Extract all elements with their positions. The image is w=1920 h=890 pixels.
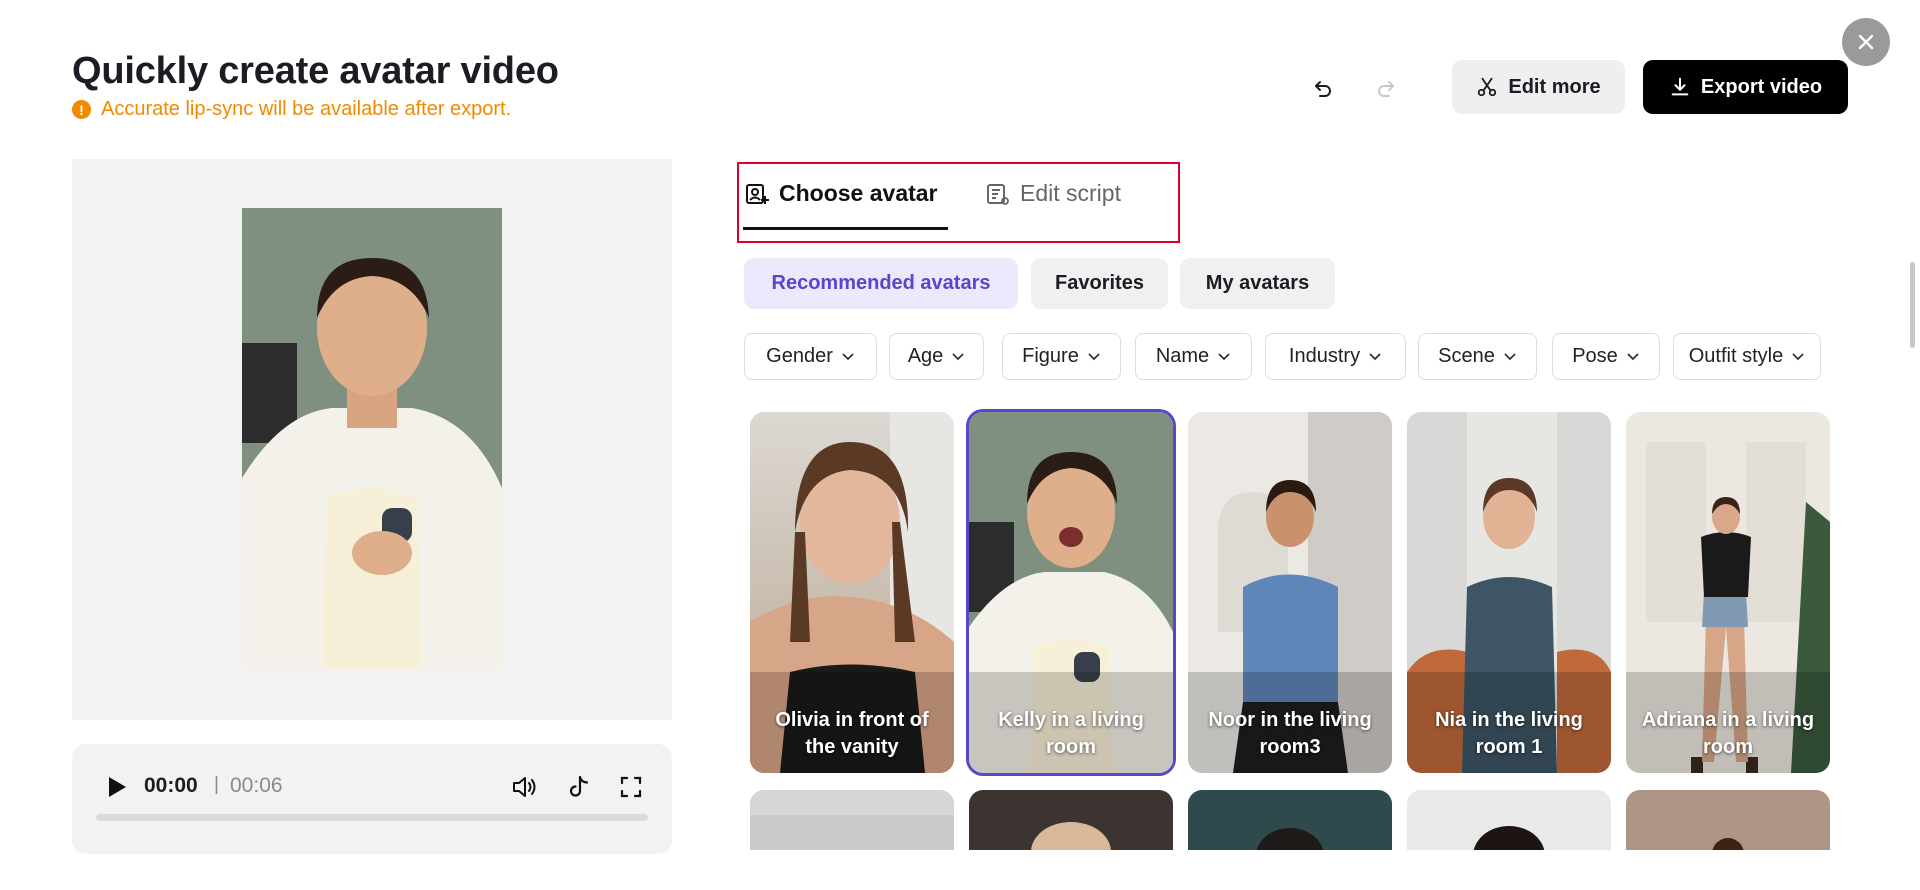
filter-name-label: Name [1155, 345, 1210, 367]
avatar-thumbnail [1407, 790, 1611, 850]
tiktok-button[interactable] [562, 770, 596, 804]
total-time: 00:06 [230, 774, 283, 797]
edit-more-button[interactable]: Edit more [1452, 60, 1625, 114]
chevron-down-icon [1218, 352, 1230, 360]
tab-edit-script[interactable]: Edit script [986, 180, 1121, 207]
undo-icon [1315, 81, 1331, 97]
avatar-thumbnail [969, 790, 1173, 850]
avatar-icon [746, 183, 769, 204]
tab-choose-avatar[interactable]: Choose avatar [745, 180, 938, 207]
chevron-down-icon [1088, 352, 1100, 360]
avatar-card-noor[interactable]: Noor in the living room3 [1188, 412, 1392, 773]
play-button[interactable] [100, 770, 134, 804]
avatar-thumbnail [1188, 790, 1392, 850]
filter-scene[interactable]: Scene [1418, 333, 1537, 380]
avatar-card-kelly[interactable]: Kelly in a living room [969, 412, 1173, 773]
avatar-card-row2-2[interactable] [969, 790, 1173, 850]
chevron-down-icon [1369, 352, 1381, 360]
tab-choose-avatar-label: Choose avatar [779, 180, 938, 206]
export-video-button[interactable]: Export video [1643, 60, 1848, 114]
filter-age-label: Age [907, 345, 944, 367]
close-button[interactable] [1842, 18, 1890, 66]
warning-text: Accurate lip-sync will be available afte… [101, 98, 512, 120]
filter-name[interactable]: Name [1135, 333, 1252, 380]
filter-gender[interactable]: Gender [744, 333, 877, 380]
filter-figure-label: Figure [1022, 345, 1079, 367]
tiktok-icon [569, 775, 589, 797]
recommended-avatars-button[interactable]: Recommended avatars [744, 258, 1018, 309]
play-icon [109, 777, 126, 797]
chevron-down-icon [1627, 352, 1639, 360]
filter-pose[interactable]: Pose [1552, 333, 1660, 380]
chevron-down-icon [1792, 352, 1804, 360]
chevron-down-icon [842, 352, 854, 360]
filter-outfit-style[interactable]: Outfit style [1673, 333, 1821, 380]
edit-more-label: Edit more [1508, 75, 1601, 98]
filter-figure[interactable]: Figure [1002, 333, 1121, 380]
volume-icon [513, 777, 536, 797]
avatar-card-row2-5[interactable] [1626, 790, 1830, 850]
warning-icon: ! [72, 100, 91, 119]
redo-icon [1378, 81, 1394, 97]
video-player-controls: 00:00 | 00:06 [72, 744, 672, 854]
avatar-card-row2-1[interactable] [750, 790, 954, 850]
avatar-card-adriana[interactable]: Adriana in a living room [1626, 412, 1830, 773]
redo-button[interactable] [1369, 72, 1403, 106]
avatar-video-dialog: Quickly create avatar video ! Accurate l… [0, 0, 1920, 890]
filter-scene-label: Scene [1438, 345, 1495, 367]
avatar-card-olivia[interactable]: Olivia in front of the vanity [750, 412, 954, 773]
avatar-thumbnail [1626, 790, 1830, 850]
close-icon [1858, 34, 1874, 50]
scissors-icon [1478, 77, 1497, 97]
filter-age[interactable]: Age [889, 333, 984, 380]
volume-button[interactable] [508, 770, 542, 804]
filter-industry-label: Industry [1288, 345, 1361, 367]
fullscreen-icon [620, 776, 642, 798]
chevron-down-icon [1504, 352, 1516, 360]
download-icon [1671, 77, 1689, 96]
avatar-thumbnail [750, 790, 954, 850]
favorites-button[interactable]: Favorites [1031, 258, 1168, 309]
avatar-name: Noor in the living room3 [1208, 709, 1372, 758]
lip-sync-warning: ! Accurate lip-sync will be available af… [72, 98, 511, 121]
progress-bar[interactable] [96, 814, 648, 821]
current-time: 00:00 [144, 774, 198, 797]
filter-pose-label: Pose [1572, 345, 1618, 367]
filter-gender-label: Gender [766, 345, 833, 367]
undo-button[interactable] [1306, 72, 1340, 106]
active-tab-underline [743, 227, 948, 230]
avatar-name: Nia in the living room 1 [1435, 709, 1583, 758]
scrollbar[interactable] [1910, 262, 1915, 348]
avatar-name: Olivia in front of the vanity [775, 709, 929, 758]
chevron-down-icon [952, 352, 964, 360]
avatar-card-row2-3[interactable] [1188, 790, 1392, 850]
export-video-label: Export video [1700, 75, 1823, 98]
page-title: Quickly create avatar video [72, 50, 559, 92]
avatar-name: Adriana in a living room [1641, 709, 1815, 758]
filter-industry[interactable]: Industry [1265, 333, 1406, 380]
my-avatars-button[interactable]: My avatars [1180, 258, 1335, 309]
time-separator: | [214, 774, 219, 795]
script-icon [987, 183, 1009, 205]
tab-edit-script-label: Edit script [1020, 180, 1121, 206]
avatar-card-row2-4[interactable] [1407, 790, 1611, 850]
avatar-name: Kelly in a living room [998, 709, 1144, 758]
fullscreen-button[interactable] [614, 770, 648, 804]
avatar-preview-video [242, 208, 502, 670]
filter-outfit-style-label: Outfit style [1688, 345, 1784, 367]
avatar-card-nia[interactable]: Nia in the living room 1 [1407, 412, 1611, 773]
